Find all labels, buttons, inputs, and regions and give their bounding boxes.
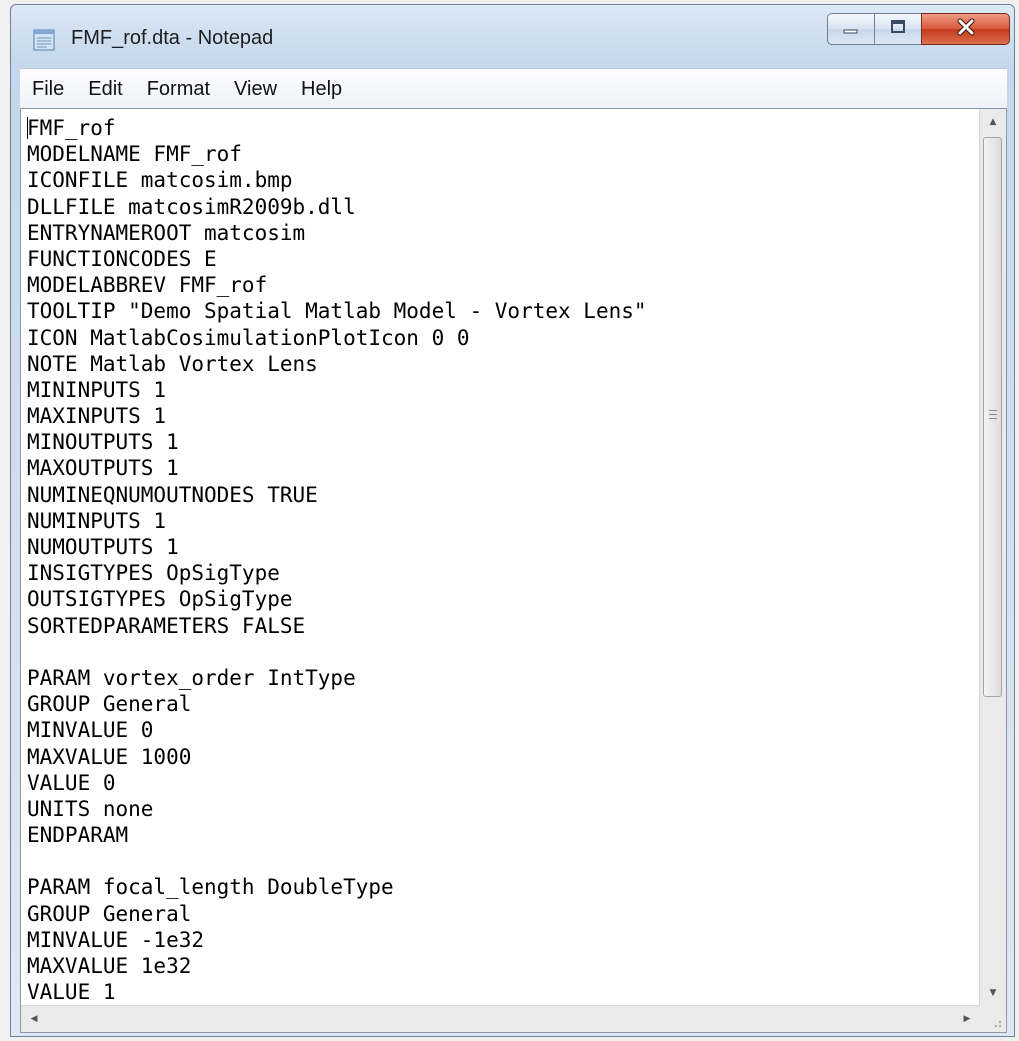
text-line: INSIGTYPES OpSigType (27, 561, 280, 586)
close-button[interactable] (921, 13, 1010, 45)
text-line: DLLFILE matcosimR2009b.dll (27, 194, 356, 219)
text-line: ENDPARAM (27, 823, 129, 848)
text-line: NUMOUTPUTS 1 (27, 535, 179, 559)
text-line: OUTSIGTYPES OpSigType (27, 587, 293, 612)
text-caret (27, 117, 28, 139)
menu-edit[interactable]: Edit (76, 69, 134, 109)
close-icon (955, 18, 977, 40)
size-grip[interactable] (980, 1006, 1006, 1032)
window-title: FMF_rof.dta - Notepad (71, 27, 274, 49)
editor-content[interactable]: FMF_rof MODELNAME FMF_rof ICONFILE matcosi… (27, 115, 980, 1006)
text-line: ICON MatlabCosimulationPlotIcon 0 0 (27, 325, 470, 350)
text-line: FUNCTIONCODES E (27, 246, 217, 271)
text-line: VALUE 0 (27, 770, 116, 795)
maximize-icon (889, 19, 907, 39)
text-line: FMF_rof (27, 116, 116, 140)
text-line (27, 639, 980, 665)
maximize-button[interactable] (874, 13, 922, 45)
text-line: ENTRYNAMEROOT matcosim (27, 220, 306, 245)
text-line: MAXINPUTS 1 (27, 404, 167, 429)
text-line: NUMINPUTS 1 (27, 508, 167, 533)
text-line: VALUE 1 (27, 980, 116, 1005)
menu-file[interactable]: File (20, 69, 76, 109)
text-line: PARAM vortex_order IntType (27, 665, 356, 690)
scroll-left-icon[interactable]: ◀ (21, 1006, 47, 1032)
minimize-icon (842, 20, 860, 39)
horizontal-scrollbar[interactable]: ◀ ▶ (21, 1005, 980, 1032)
text-line: ICONFILE matcosim.bmp (27, 168, 293, 193)
text-line: MAXOUTPUTS 1 (27, 456, 179, 481)
text-line: SORTEDPARAMETERS FALSE (27, 613, 306, 638)
text-line: UNITS none (27, 796, 154, 821)
text-line: GROUP General (27, 901, 192, 926)
minimize-button[interactable] (827, 13, 875, 45)
menu-bar: File Edit Format View Help (20, 68, 1007, 109)
notepad-window: FMF_rof.dta - Notepad File Edit Format V… (10, 4, 1015, 1037)
text-line: MINOUTPUTS 1 (27, 430, 179, 455)
menu-format[interactable]: Format (135, 69, 222, 109)
text-line: NUMINEQNUMOUTNODES TRUE (27, 482, 318, 507)
text-line: MODELABBREV FMF_rof (27, 273, 268, 298)
text-line: MAXVALUE 1e32 (27, 954, 192, 978)
text-editor[interactable]: FMF_rof MODELNAME FMF_rof ICONFILE matcosi… (20, 108, 1007, 1033)
scroll-down-icon[interactable]: ▼ (980, 980, 1006, 1006)
notepad-icon (31, 27, 57, 51)
scroll-up-icon[interactable]: ▲ (980, 109, 1006, 135)
menu-help[interactable]: Help (289, 69, 354, 109)
menu-view[interactable]: View (222, 69, 289, 109)
text-line: MODELNAME FMF_rof (27, 142, 242, 167)
text-line: TOOLTIP "Demo Spatial Matlab Model - Vor… (27, 299, 647, 324)
text-line (27, 848, 980, 874)
text-line: MINVALUE -1e32 (27, 927, 205, 952)
text-line: MAXVALUE 1000 (27, 744, 192, 769)
scroll-right-icon[interactable]: ▶ (954, 1006, 980, 1032)
vertical-scroll-thumb[interactable] (983, 137, 1002, 697)
text-line: MINVALUE 0 (27, 718, 154, 743)
text-line: NOTE Matlab Vortex Lens (27, 351, 318, 376)
text-line: MININPUTS 1 (27, 377, 167, 402)
text-line: PARAM focal_length DoubleType (27, 875, 394, 900)
vertical-scrollbar[interactable]: ▲ ▼ (979, 109, 1006, 1006)
text-line: GROUP General (27, 692, 192, 717)
